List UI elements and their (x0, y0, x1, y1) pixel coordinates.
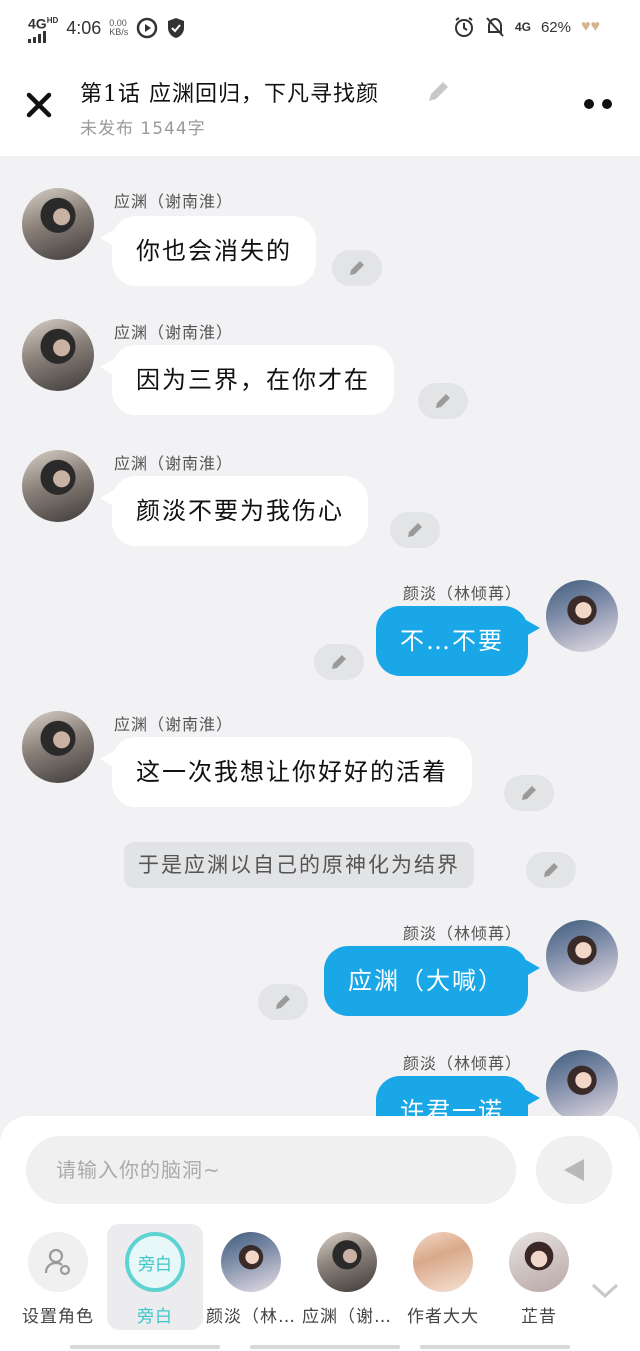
edit-message-button[interactable] (258, 984, 308, 1020)
message-bubble[interactable]: 你也会消失的 (100, 216, 316, 286)
avatar[interactable] (22, 450, 94, 522)
more-options-button[interactable] (584, 94, 616, 114)
status-bar: 4GHD 4:06 0.00 KB/s 4G 62% ♥♥ (0, 0, 640, 56)
chapter-status: 未发布 1544字 (80, 119, 206, 139)
send-button[interactable] (536, 1136, 612, 1204)
message-row: 应渊（谢南淮） 颜淡不要为我伤心 (0, 448, 640, 558)
message-row: 颜淡（林倾苒） 应渊（大喊） (0, 918, 640, 1028)
alarm-icon (454, 17, 473, 37)
shield-check-icon (168, 18, 185, 39)
message-bubble[interactable]: 颜淡不要为我伤心 (100, 476, 368, 546)
chevron-down-icon (591, 1283, 619, 1299)
message-row: 应渊（谢南淮） 这一次我想让你好好的活着 (0, 709, 640, 819)
message-bubble[interactable]: 因为三界，在你才在 (100, 345, 394, 415)
avatar[interactable] (22, 188, 94, 260)
scrollbar-segment (250, 1345, 400, 1349)
status-left: 4GHD 4:06 0.00 KB/s (28, 14, 186, 43)
heart-battery-icon: ♥♥ (581, 18, 600, 35)
edit-message-button[interactable] (314, 644, 364, 680)
play-circle-icon (137, 18, 158, 39)
role-yingyuan[interactable]: 应渊（谢… (299, 1224, 395, 1330)
speaker-name: 应渊（谢南淮） (114, 192, 234, 211)
message-bubble[interactable]: 不…不要 (376, 606, 540, 676)
role-label: 作者大大 (407, 1307, 479, 1327)
battery-level: 62% (540, 18, 571, 36)
role-scrollbar[interactable] (70, 1345, 570, 1349)
person-settings-icon (44, 1248, 71, 1276)
pencil-icon (408, 523, 422, 537)
edit-message-button[interactable] (504, 775, 554, 811)
close-icon (26, 92, 52, 118)
role-avatar (221, 1232, 281, 1292)
speaker-name: 应渊（谢南淮） (114, 323, 234, 342)
avatar[interactable] (22, 711, 94, 783)
edit-title-button[interactable] (424, 78, 452, 106)
role-circle (28, 1232, 88, 1292)
scrollbar-segment (70, 1345, 220, 1349)
avatar[interactable] (546, 920, 618, 992)
pencil-icon (332, 655, 346, 669)
speaker-name: 应渊（谢南淮） (114, 454, 234, 473)
message-bubble[interactable]: 许君一诺 (376, 1076, 540, 1116)
role-zhixi[interactable]: 芷昔 (491, 1224, 587, 1330)
story-header: 第1话 应渊回归，下凡寻找颜 未发布 1544字 (0, 56, 640, 156)
mute-bell-icon (486, 17, 504, 37)
speaker-name: 颜淡（林倾苒） (402, 584, 522, 603)
scrollbar-segment (420, 1345, 570, 1349)
close-button[interactable] (20, 86, 58, 124)
signal-bars-icon (28, 30, 46, 43)
network-type-right: 4G (514, 20, 531, 34)
network-indicator: 4GHD (28, 14, 58, 43)
net-speed: 0.00 KB/s (109, 18, 129, 38)
story-input[interactable]: 请输入你的脑洞~ (26, 1136, 516, 1204)
role-label: 应渊（谢… (302, 1307, 392, 1327)
composer-panel: 请输入你的脑洞~ 设置角色 旁白 旁白 颜淡（林… 应渊（谢… 作者大大 芷昔 (0, 1116, 640, 1351)
role-label: 芷昔 (521, 1307, 557, 1327)
role-label: 旁白 (137, 1307, 173, 1327)
pencil-icon (276, 995, 290, 1009)
message-row: 颜淡（林倾苒） 不…不要 (0, 578, 640, 688)
edit-message-button[interactable] (418, 383, 468, 419)
message-row: 颜淡（林倾苒） 许君一诺 (0, 1048, 640, 1116)
role-avatar (317, 1232, 377, 1292)
role-selector[interactable]: 设置角色 旁白 旁白 颜淡（林… 应渊（谢… 作者大大 芷昔 (0, 1224, 640, 1344)
pencil-icon (436, 394, 450, 408)
role-label: 颜淡（林… (206, 1307, 296, 1327)
speaker-name: 颜淡（林倾苒） (402, 924, 522, 943)
chat-area[interactable]: 应渊（谢南淮） 你也会消失的 应渊（谢南淮） 因为三界，在你才在 应渊（谢南淮）… (0, 156, 640, 1116)
avatar[interactable] (546, 580, 618, 652)
role-narration[interactable]: 旁白 旁白 (107, 1224, 203, 1330)
message-bubble[interactable]: 应渊（大喊） (324, 946, 540, 1016)
role-circle: 旁白 (125, 1232, 185, 1292)
edit-message-button[interactable] (526, 852, 576, 888)
speaker-name: 应渊（谢南淮） (114, 715, 234, 734)
message-row: 应渊（谢南淮） 你也会消失的 (0, 186, 640, 296)
more-dot-icon (584, 99, 594, 109)
speaker-name: 颜淡（林倾苒） (402, 1054, 522, 1073)
status-right: 4G 62% ♥♥ (453, 16, 600, 38)
narration-bubble[interactable]: 于是应渊以自己的原神化为结界 (124, 842, 474, 888)
role-avatar (509, 1232, 569, 1292)
pencil-icon (350, 261, 364, 275)
edit-message-button[interactable] (390, 512, 440, 548)
edit-message-button[interactable] (332, 250, 382, 286)
pencil-icon (544, 863, 558, 877)
role-label: 设置角色 (22, 1307, 94, 1327)
pencil-icon (429, 82, 448, 101)
more-dot-icon (602, 99, 612, 109)
role-author[interactable]: 作者大大 (395, 1224, 491, 1330)
message-bubble[interactable]: 这一次我想让你好好的活着 (100, 737, 472, 807)
expand-roles-button[interactable] (590, 1280, 620, 1300)
role-yandan[interactable]: 颜淡（林… (203, 1224, 299, 1330)
role-set-character[interactable]: 设置角色 (10, 1224, 106, 1330)
avatar[interactable] (546, 1050, 618, 1116)
clock: 4:06 (66, 17, 102, 38)
avatar[interactable] (22, 319, 94, 391)
role-avatar (413, 1232, 473, 1292)
pencil-icon (522, 786, 536, 800)
chapter-title: 第1话 应渊回归，下凡寻找颜 (80, 82, 379, 107)
message-row: 应渊（谢南淮） 因为三界，在你才在 (0, 317, 640, 427)
send-icon (564, 1159, 584, 1181)
